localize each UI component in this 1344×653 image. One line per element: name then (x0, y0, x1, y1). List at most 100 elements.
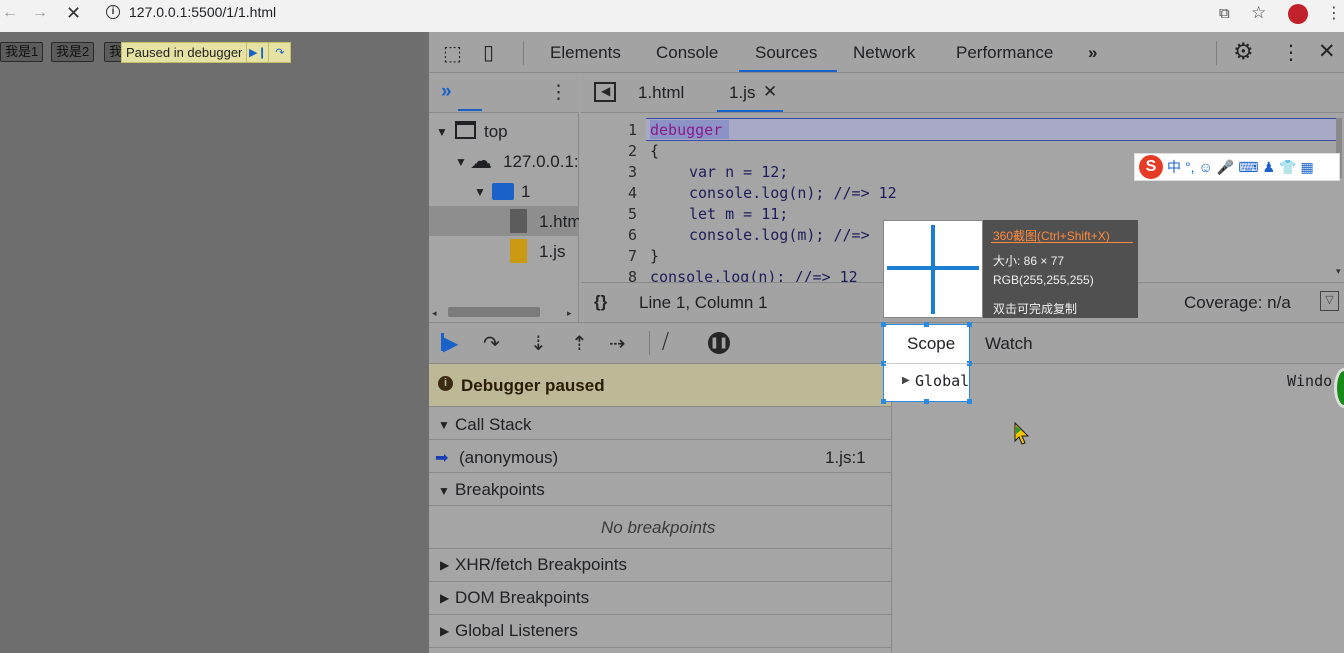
back-arrow-icon[interactable]: ← (2, 4, 18, 22)
screenshot-size: 大小: 86 × 77 (993, 254, 1065, 268)
keyboard-icon[interactable]: ⌨ (1238, 159, 1258, 176)
collapse-triangle-icon[interactable]: ▼ (438, 484, 450, 498)
settings-gear-icon[interactable]: ⚙ (1233, 38, 1254, 65)
devtools-menu-icon[interactable]: ⋮ (1281, 40, 1301, 65)
page-button-2[interactable]: 我是2 (51, 42, 95, 62)
global-listeners-title[interactable]: Global Listeners (455, 621, 578, 641)
more-tabs-icon[interactable]: » (1088, 43, 1097, 63)
resume-bar-icon (441, 333, 444, 351)
step-into-icon[interactable]: ⇣ (530, 331, 547, 356)
tab-elements[interactable]: Elements (550, 43, 621, 63)
browser-menu-icon[interactable]: ⋮ (1326, 3, 1342, 23)
selection-handle[interactable] (881, 399, 886, 404)
expand-triangle-icon[interactable]: ▶ (902, 375, 910, 386)
page-button-1[interactable]: 我是1 (0, 42, 44, 62)
line-number[interactable]: 2 (581, 142, 637, 160)
step-out-icon[interactable]: ⇡ (571, 331, 588, 356)
dom-breakpoints-title[interactable]: DOM Breakpoints (455, 588, 589, 608)
site-info-icon[interactable]: i (106, 5, 120, 19)
selection-handle[interactable] (967, 399, 972, 404)
tree-item-top[interactable]: top (484, 122, 508, 142)
coverage-toggle-icon[interactable]: ▽ (1320, 291, 1339, 311)
expand-triangle-icon[interactable]: ▼ (455, 155, 467, 169)
toolbox-grid-icon[interactable]: ▦ (1300, 159, 1313, 176)
tree-item-folder[interactable]: 1 (521, 182, 530, 202)
forward-arrow-icon[interactable]: → (32, 4, 48, 22)
tab-network[interactable]: Network (853, 43, 915, 63)
tab-sources[interactable]: Sources (755, 43, 817, 63)
call-stack-title[interactable]: Call Stack (455, 415, 532, 435)
tab-console[interactable]: Console (656, 43, 718, 63)
device-toolbar-icon[interactable]: ▯ (483, 40, 494, 65)
step-over-mini-icon[interactable]: ↷ (268, 43, 290, 62)
scope-global[interactable]: Global (915, 372, 969, 390)
selection-handle[interactable] (924, 399, 929, 404)
coverage-status: Coverage: n/a (1184, 293, 1291, 312)
js-file-icon (510, 239, 527, 263)
bookmark-star-icon[interactable]: ☆ (1251, 3, 1266, 23)
microphone-icon[interactable]: 🎤 (1217, 159, 1234, 176)
selection-handle[interactable] (967, 322, 972, 327)
xhr-breakpoints-title[interactable]: XHR/fetch Breakpoints (455, 555, 627, 575)
extension-icon[interactable] (1288, 4, 1308, 24)
emoji-icon[interactable]: ☺ (1199, 159, 1213, 175)
close-tab-icon[interactable]: ✕ (763, 82, 777, 102)
scroll-right-icon[interactable]: ▸ (567, 308, 572, 319)
pause-on-exceptions-icon[interactable]: ❚❚ (708, 332, 730, 354)
stop-loading-icon[interactable]: ✕ (66, 3, 81, 24)
paused-banner-label: Paused in debugger (126, 45, 243, 60)
expand-triangle-icon[interactable]: ▶ (440, 558, 449, 572)
translate-icon[interactable]: ⧉ (1219, 5, 1230, 22)
tab-performance[interactable]: Performance (956, 43, 1053, 63)
line-number[interactable]: 7 (581, 247, 637, 265)
pretty-print-icon[interactable]: {} (594, 292, 607, 312)
editor-tab-html[interactable]: 1.html (638, 83, 684, 103)
tab-watch[interactable]: Watch (985, 334, 1033, 354)
resume-icon[interactable]: ▶ (443, 331, 458, 356)
call-frame-location[interactable]: 1.js:1 (825, 448, 866, 468)
breakpoints-title[interactable]: Breakpoints (455, 480, 545, 500)
active-tab-indicator (739, 70, 837, 72)
line-number[interactable]: 5 (581, 205, 637, 223)
expand-triangle-icon[interactable]: ▶ (440, 591, 449, 605)
ime-language-toggle[interactable]: 中 (1167, 157, 1181, 177)
close-devtools-icon[interactable]: ✕ (1318, 39, 1336, 64)
editor-scroll-down-icon[interactable]: ▾ (1336, 266, 1341, 277)
call-frame-name[interactable]: (anonymous) (459, 448, 558, 468)
selection-handle[interactable] (924, 322, 929, 327)
step-icon[interactable]: ⇢ (609, 331, 626, 356)
editor-tab-js[interactable]: 1.js (729, 83, 755, 103)
line-number[interactable]: 4 (581, 184, 637, 202)
expand-triangle-icon[interactable]: ▼ (436, 125, 448, 139)
line-number[interactable]: 6 (581, 226, 637, 244)
scope-pane (892, 364, 1344, 653)
navigator-scrollbar[interactable] (448, 307, 540, 317)
tree-item-host[interactable]: 127.0.0.1:5 (503, 152, 579, 172)
debugger-paused-label: Debugger paused (461, 376, 605, 395)
tree-item-js-file[interactable]: 1.js (539, 242, 565, 262)
navigator-menu-icon[interactable]: ⋮ (549, 81, 568, 104)
line-number[interactable]: 1 (581, 121, 637, 139)
punctuation-icon[interactable]: °, (1185, 159, 1195, 175)
selection-handle[interactable] (881, 322, 886, 327)
collapse-triangle-icon[interactable]: ▼ (438, 418, 450, 432)
navigator-more-icon[interactable]: » (441, 81, 452, 103)
resume-mini-icon[interactable]: ▶❙ (246, 43, 268, 62)
deactivate-breakpoints-icon[interactable]: ⧸ (662, 331, 669, 354)
skin-shirt-icon[interactable]: 👕 (1279, 159, 1296, 176)
active-editor-tab-indicator (717, 110, 783, 112)
frame-icon (455, 121, 476, 139)
scroll-left-icon[interactable]: ◂ (432, 308, 437, 319)
sogou-logo-icon[interactable]: S (1139, 155, 1163, 179)
expand-triangle-icon[interactable]: ▼ (474, 185, 486, 199)
code-line: { (650, 142, 660, 160)
cursor-position: Line 1, Column 1 (639, 293, 768, 312)
address-bar[interactable]: 127.0.0.1:5500/1/1.html (129, 4, 276, 20)
tree-item-html-file[interactable]: 1.htm (539, 212, 579, 232)
step-over-icon[interactable]: ↷ (483, 331, 500, 356)
tab-scope[interactable]: Scope (907, 334, 955, 354)
expand-triangle-icon[interactable]: ▶ (440, 624, 449, 638)
inspect-element-icon[interactable]: ⬚ (443, 41, 462, 66)
user-icon[interactable]: ♟ (1262, 159, 1275, 176)
line-number[interactable]: 3 (581, 163, 637, 181)
